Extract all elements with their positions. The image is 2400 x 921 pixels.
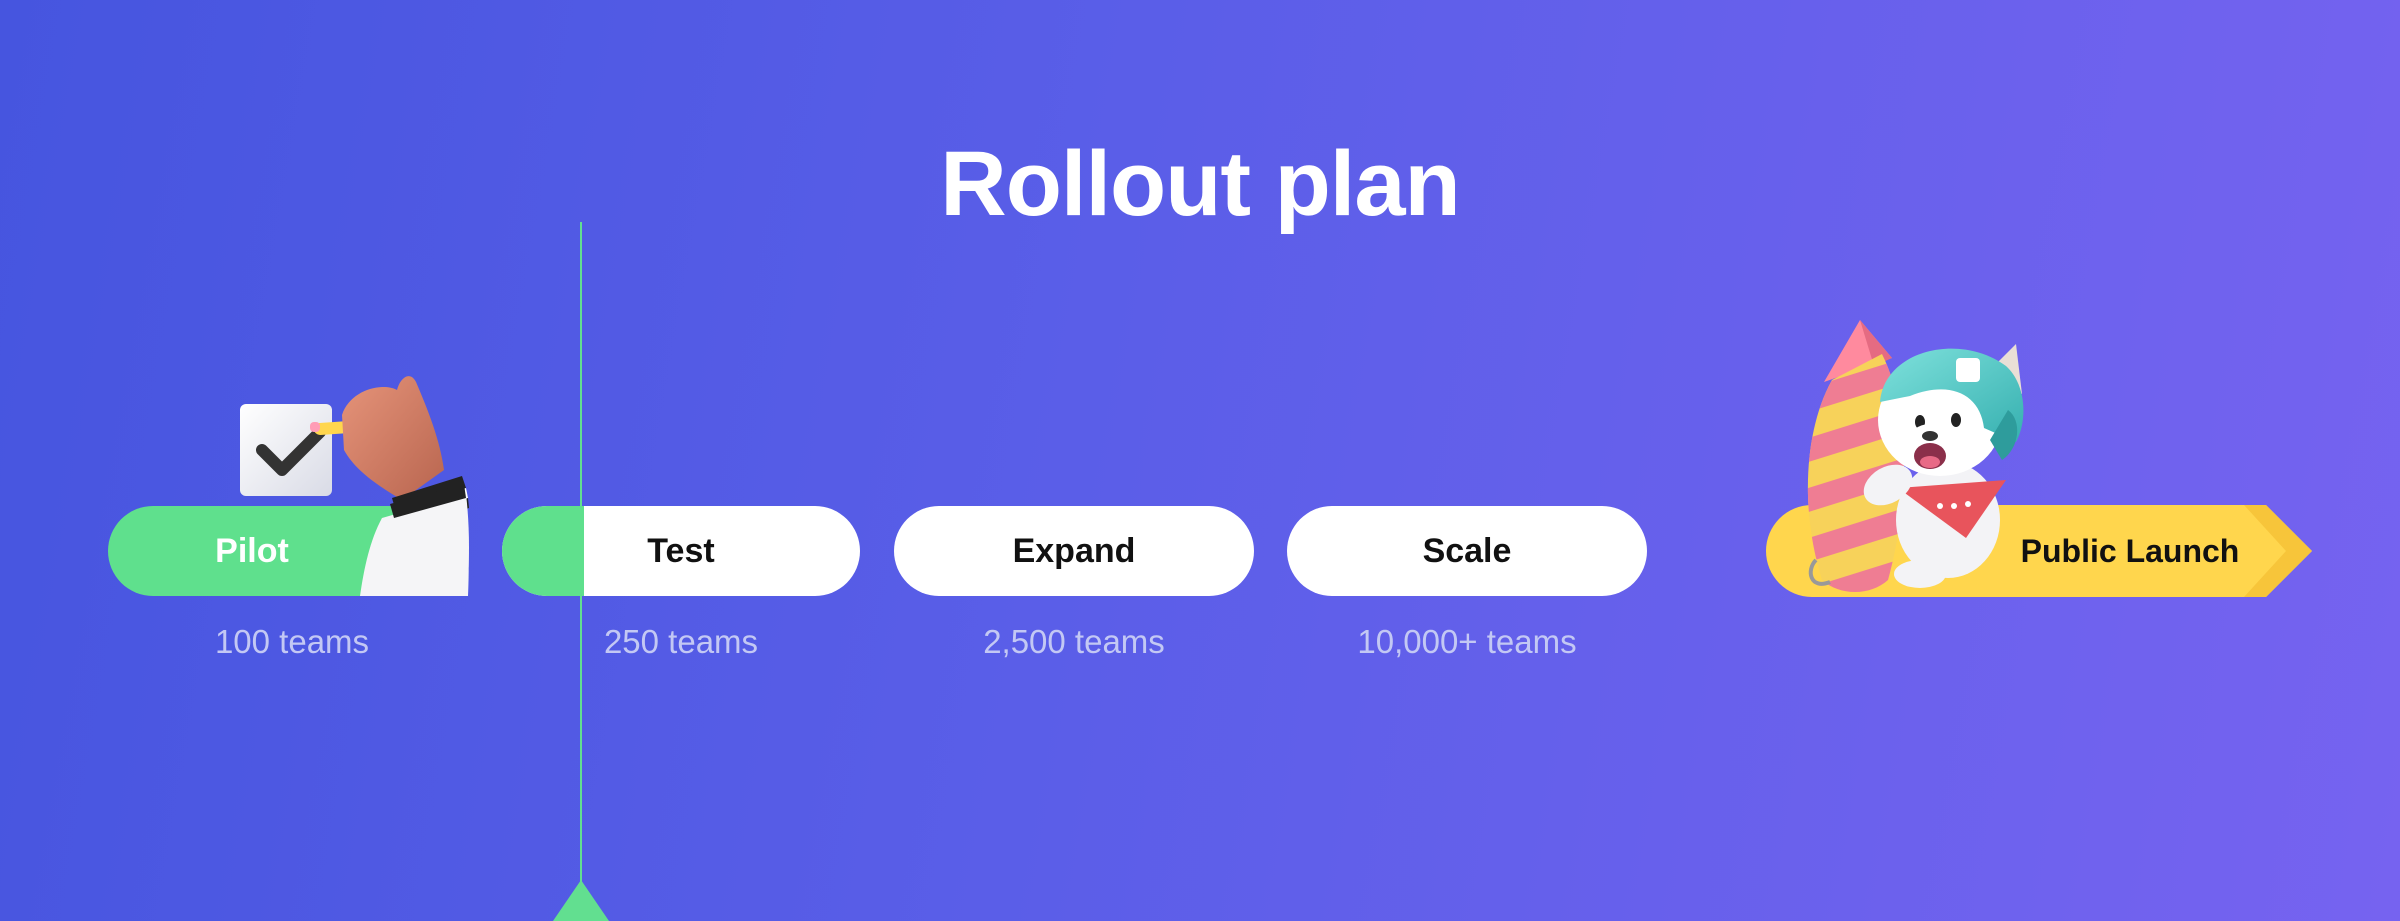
stage-pill-scale[interactable]: Scale <box>1287 506 1647 596</box>
stage-label-expand: Expand <box>1012 532 1136 570</box>
page-title: Rollout plan <box>940 133 1460 235</box>
stage-pill-test[interactable]: Test <box>502 506 860 596</box>
stage-label-test: Test <box>647 532 715 570</box>
stage-pill-expand[interactable]: Expand <box>894 506 1254 596</box>
stage-label-pilot: Pilot <box>215 532 289 570</box>
stage-label-public-launch: Public Launch <box>2020 533 2240 569</box>
stage-teams-pilot: 100 teams <box>214 623 370 660</box>
stage-pill-pilot[interactable]: Pilot <box>108 506 468 596</box>
stage-teams-scale: 10,000+ teams <box>1357 623 1577 660</box>
stage-teams-expand: 2,500 teams <box>983 623 1165 660</box>
stage-label-scale: Scale <box>1422 532 1512 570</box>
progress-marker-arrow-icon[interactable] <box>553 880 609 921</box>
stage-teams-test: 250 teams <box>603 623 759 660</box>
